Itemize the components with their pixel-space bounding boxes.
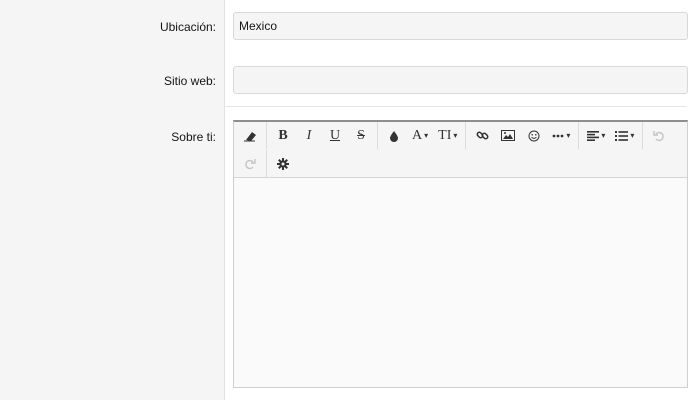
divider: [224, 106, 687, 107]
toolbar-group-settings: [267, 150, 299, 177]
eraser-button[interactable]: [238, 124, 262, 148]
image-button[interactable]: [496, 124, 520, 148]
emoji-button[interactable]: [522, 124, 546, 148]
align-left-icon: [587, 130, 600, 141]
chevron-down-icon: ▾: [424, 130, 429, 140]
about-label: Sobre ti:: [171, 130, 216, 144]
font-icon: A: [412, 127, 423, 143]
toolbar-group-clear: [234, 122, 267, 149]
redo-icon: [244, 158, 256, 170]
align-button[interactable]: ▾: [583, 124, 609, 148]
eraser-icon: [243, 130, 257, 142]
chevron-down-icon: ▾: [566, 130, 571, 140]
toolbar-row-2: [234, 150, 299, 177]
droplet-icon: [389, 130, 399, 142]
chevron-down-icon: ▾: [630, 130, 635, 140]
toolbar-group-insert: ▾: [466, 122, 580, 149]
editor-toolbar: B I U S A ▾ TI ▾ ▾ ▾ ▾: [234, 122, 687, 178]
link-icon: [476, 129, 489, 142]
gear-icon: [277, 157, 289, 170]
toolbar-group-history: [643, 122, 675, 149]
font-size-button[interactable]: TI ▾: [434, 124, 461, 148]
list-icon: [615, 130, 629, 141]
settings-button[interactable]: [271, 152, 295, 176]
website-label: Sitio web:: [163, 74, 216, 88]
undo-button[interactable]: [647, 124, 671, 148]
list-button[interactable]: ▾: [611, 124, 638, 148]
about-editor: B I U S A ▾ TI ▾ ▾ ▾ ▾: [233, 120, 688, 388]
italic-button[interactable]: I: [297, 124, 321, 148]
link-button[interactable]: [470, 124, 494, 148]
more-insert-button[interactable]: ▾: [548, 124, 574, 148]
font-family-button[interactable]: A ▾: [408, 124, 432, 148]
toolbar-group-redo: [234, 150, 267, 177]
ellipsis-icon: [552, 134, 564, 138]
strikethrough-button[interactable]: S: [349, 124, 373, 148]
chevron-down-icon: ▾: [601, 130, 606, 140]
toolbar-group-font: A ▾ TI ▾: [378, 122, 467, 149]
website-input[interactable]: [233, 66, 688, 94]
underline-button[interactable]: U: [323, 124, 347, 148]
chevron-down-icon: ▾: [453, 130, 458, 140]
color-button[interactable]: [382, 124, 406, 148]
smile-icon: [528, 130, 540, 142]
toolbar-row-1: B I U S A ▾ TI ▾ ▾ ▾ ▾: [234, 122, 675, 149]
about-textarea[interactable]: [234, 178, 687, 387]
undo-icon: [653, 130, 665, 142]
toolbar-group-style: B I U S: [267, 122, 378, 149]
image-icon: [501, 130, 516, 141]
toolbar-group-para: ▾ ▾: [579, 122, 644, 149]
location-label: Ubicación:: [159, 20, 216, 34]
location-input[interactable]: [233, 12, 688, 40]
redo-button[interactable]: [238, 152, 262, 176]
bold-button[interactable]: B: [271, 124, 295, 148]
text-height-icon: TI: [438, 127, 452, 143]
